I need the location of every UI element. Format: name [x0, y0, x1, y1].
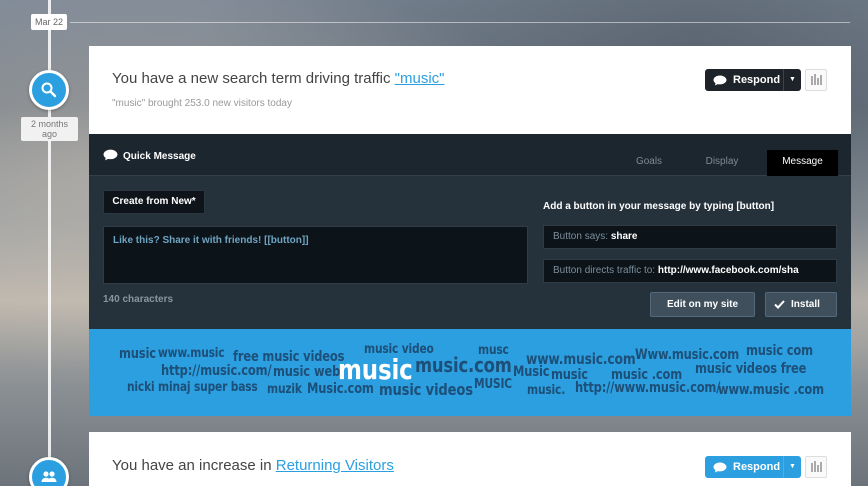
time-ago-line-2: ago	[41, 129, 58, 139]
time-ago-line-1: 2 months	[30, 119, 69, 129]
tab-display[interactable]: Display	[692, 150, 752, 176]
word-cloud-term[interactable]: MUSIC	[474, 377, 512, 392]
word-cloud-term[interactable]: music.com	[415, 353, 512, 377]
search-term-word-cloud: music www.music free music videos music …	[89, 329, 851, 416]
visitors-icon	[41, 471, 57, 482]
button-directs-label: Button directs traffic to:	[553, 265, 658, 276]
search-icon	[41, 82, 57, 98]
word-cloud-term[interactable]: nicki minaj super bass	[127, 380, 258, 395]
search-node	[29, 70, 69, 110]
word-cloud-term[interactable]: music.	[527, 383, 565, 398]
button-directs-field[interactable]: Button directs traffic to: http://www.fa…	[543, 259, 837, 283]
word-cloud-term[interactable]: http://www.music.com/	[575, 380, 720, 396]
install-label: Install	[791, 299, 820, 310]
word-cloud-term[interactable]: music	[273, 364, 310, 380]
tab-message[interactable]: Message	[767, 150, 838, 176]
chevron-down-icon[interactable]: ▼	[783, 456, 801, 478]
word-cloud-term[interactable]: Music.com	[307, 381, 374, 397]
tab-goals[interactable]: Goals	[619, 150, 679, 176]
panel-header: Quick Message Goals Display Message	[89, 134, 851, 176]
word-cloud-term[interactable]: music videos	[379, 380, 473, 399]
speech-bubble-icon	[713, 75, 727, 85]
card-subtitle: "music" brought 253.0 new visitors today	[112, 98, 292, 109]
respond-label: Respond	[733, 461, 781, 473]
character-count: 140 characters	[103, 294, 174, 305]
search-term-card: You have a new search term driving traff…	[89, 46, 851, 134]
quick-message-panel: Quick Message Goals Display Message Crea…	[89, 134, 851, 329]
card-title-text: You have an increase in	[112, 457, 276, 474]
word-cloud-term[interactable]: www.music .com	[718, 382, 824, 398]
speech-bubble-icon	[103, 149, 118, 161]
respond-label: Respond	[733, 74, 781, 86]
date-label: Mar 22	[31, 14, 67, 30]
card-title: You have a new search term driving traff…	[112, 70, 444, 87]
word-cloud-term[interactable]: http://music.com/	[161, 363, 272, 379]
button-directs-value: http://www.facebook.com/sha	[657, 265, 799, 276]
divider	[70, 22, 850, 23]
card-title: You have an increase in Returning Visito…	[112, 457, 394, 474]
returning-visitors-card: You have an increase in Returning Visito…	[89, 432, 851, 486]
respond-button[interactable]: Respond ▼	[705, 456, 801, 478]
time-ago-label: 2 months ago	[21, 117, 78, 141]
button-says-label: Button says:	[553, 231, 611, 242]
word-cloud-term[interactable]: music com	[746, 343, 813, 359]
word-cloud-term[interactable]: music videos free	[695, 361, 806, 377]
bar-chart-icon[interactable]	[805, 456, 827, 478]
word-cloud-term[interactable]: www.music	[158, 346, 225, 361]
bar-chart-icon[interactable]	[805, 69, 827, 91]
word-cloud-term[interactable]: music	[119, 346, 156, 362]
search-term-link[interactable]: "music"	[395, 70, 445, 87]
word-cloud-term[interactable]: web	[314, 364, 340, 380]
returning-visitors-link[interactable]: Returning Visitors	[276, 457, 394, 474]
message-textarea[interactable]: Like this? Share it with friends! [[butt…	[103, 226, 528, 284]
edit-on-my-site-button[interactable]: Edit on my site	[650, 292, 755, 317]
chevron-down-icon[interactable]: ▼	[783, 69, 801, 91]
button-says-value: share	[610, 231, 638, 242]
checkmark-icon	[774, 300, 785, 309]
respond-button[interactable]: Respond ▼	[705, 69, 801, 91]
button-says-field[interactable]: Button says: share	[543, 225, 837, 249]
word-cloud-term[interactable]: Music	[513, 364, 550, 380]
panel-title: Quick Message	[123, 151, 196, 162]
speech-bubble-icon	[713, 462, 727, 472]
card-title-text: You have a new search term driving traff…	[112, 70, 395, 87]
button-hint: Add a button in your message by typing […	[543, 201, 775, 212]
create-from-new-button[interactable]: Create from New*	[103, 190, 205, 214]
install-button[interactable]: Install	[765, 292, 837, 317]
word-cloud-term[interactable]: muzik	[267, 382, 302, 397]
